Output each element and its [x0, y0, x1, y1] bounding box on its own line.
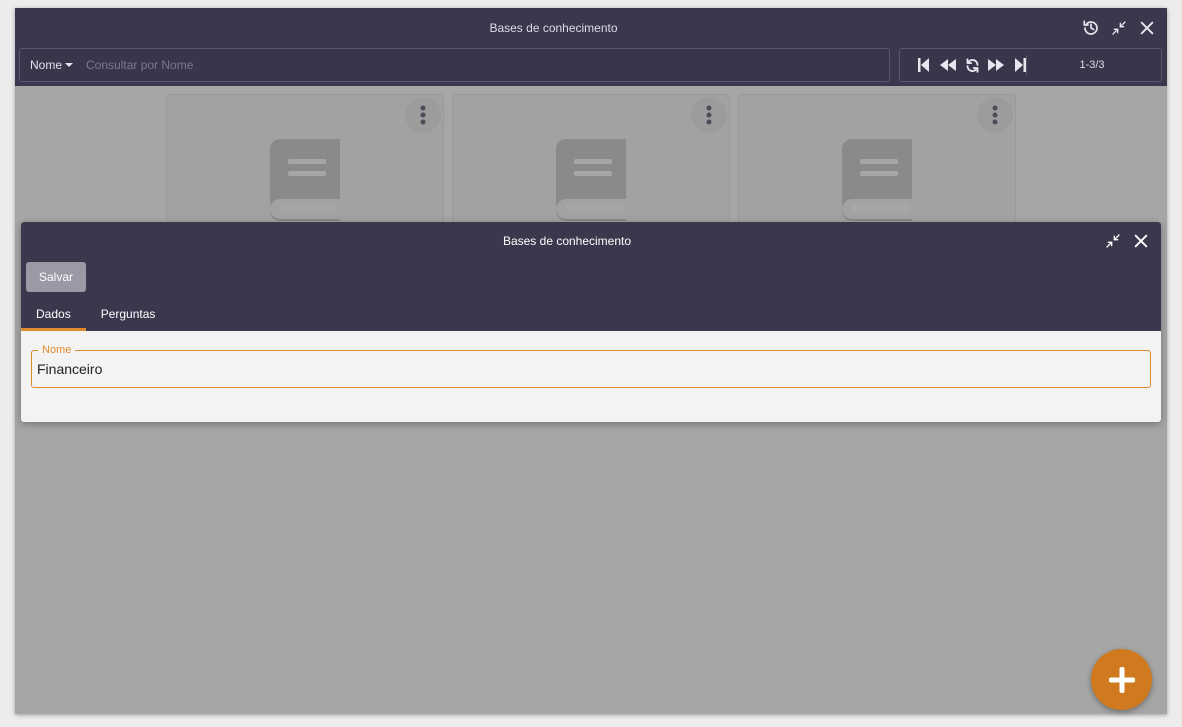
more-vertical-icon[interactable]: [977, 97, 1013, 133]
knowledge-base-card[interactable]: [738, 94, 1016, 234]
save-button[interactable]: Salvar: [26, 262, 86, 292]
search-field-select[interactable]: Nome: [30, 49, 74, 81]
dialog-header-actions: [1103, 229, 1151, 253]
close-icon[interactable]: [1137, 16, 1157, 40]
dialog-title: Bases de conhecimento: [502, 234, 632, 248]
main-header: Bases de conhecimento Nome Consultar por…: [15, 8, 1167, 86]
knowledge-base-card[interactable]: [166, 94, 444, 234]
refresh-icon[interactable]: [962, 55, 982, 75]
plus-icon: [1108, 666, 1135, 693]
knowledge-base-card[interactable]: [452, 94, 730, 234]
minimize-icon[interactable]: [1109, 16, 1129, 40]
close-icon[interactable]: [1131, 229, 1151, 253]
search-bar: Nome: [19, 48, 890, 82]
caret-down-icon: [65, 63, 74, 67]
dialog-tabs: Dados Perguntas: [21, 300, 170, 331]
search-field-label: Nome: [30, 58, 63, 72]
history-icon[interactable]: [1081, 16, 1101, 40]
more-vertical-icon[interactable]: [405, 97, 441, 133]
add-button[interactable]: [1091, 649, 1152, 710]
nome-field-label: Nome: [38, 343, 76, 357]
nome-field: Nome: [31, 343, 1151, 388]
main-header-actions: [1081, 16, 1157, 40]
pager: 1-3/3: [899, 48, 1162, 82]
tab-dados[interactable]: Dados: [21, 300, 86, 331]
more-vertical-icon[interactable]: [691, 97, 727, 133]
edit-dialog: Bases de conhecimento Salvar Dados Pergu…: [21, 222, 1161, 422]
book-icon: [556, 139, 628, 226]
main-title: Bases de conhecimento: [489, 21, 618, 35]
pager-count: 1-3/3: [1079, 59, 1105, 71]
dialog-header: Bases de conhecimento Salvar Dados Pergu…: [21, 222, 1161, 331]
pager-buttons: [914, 49, 1030, 81]
nome-input[interactable]: [37, 359, 1137, 379]
fast-forward-icon[interactable]: [986, 55, 1006, 75]
minimize-icon[interactable]: [1103, 229, 1123, 253]
search-input[interactable]: [86, 49, 876, 81]
tab-perguntas[interactable]: Perguntas: [86, 300, 171, 331]
book-icon: [270, 139, 342, 226]
first-page-icon[interactable]: [914, 55, 934, 75]
fast-backward-icon[interactable]: [938, 55, 958, 75]
book-icon: [842, 139, 914, 226]
